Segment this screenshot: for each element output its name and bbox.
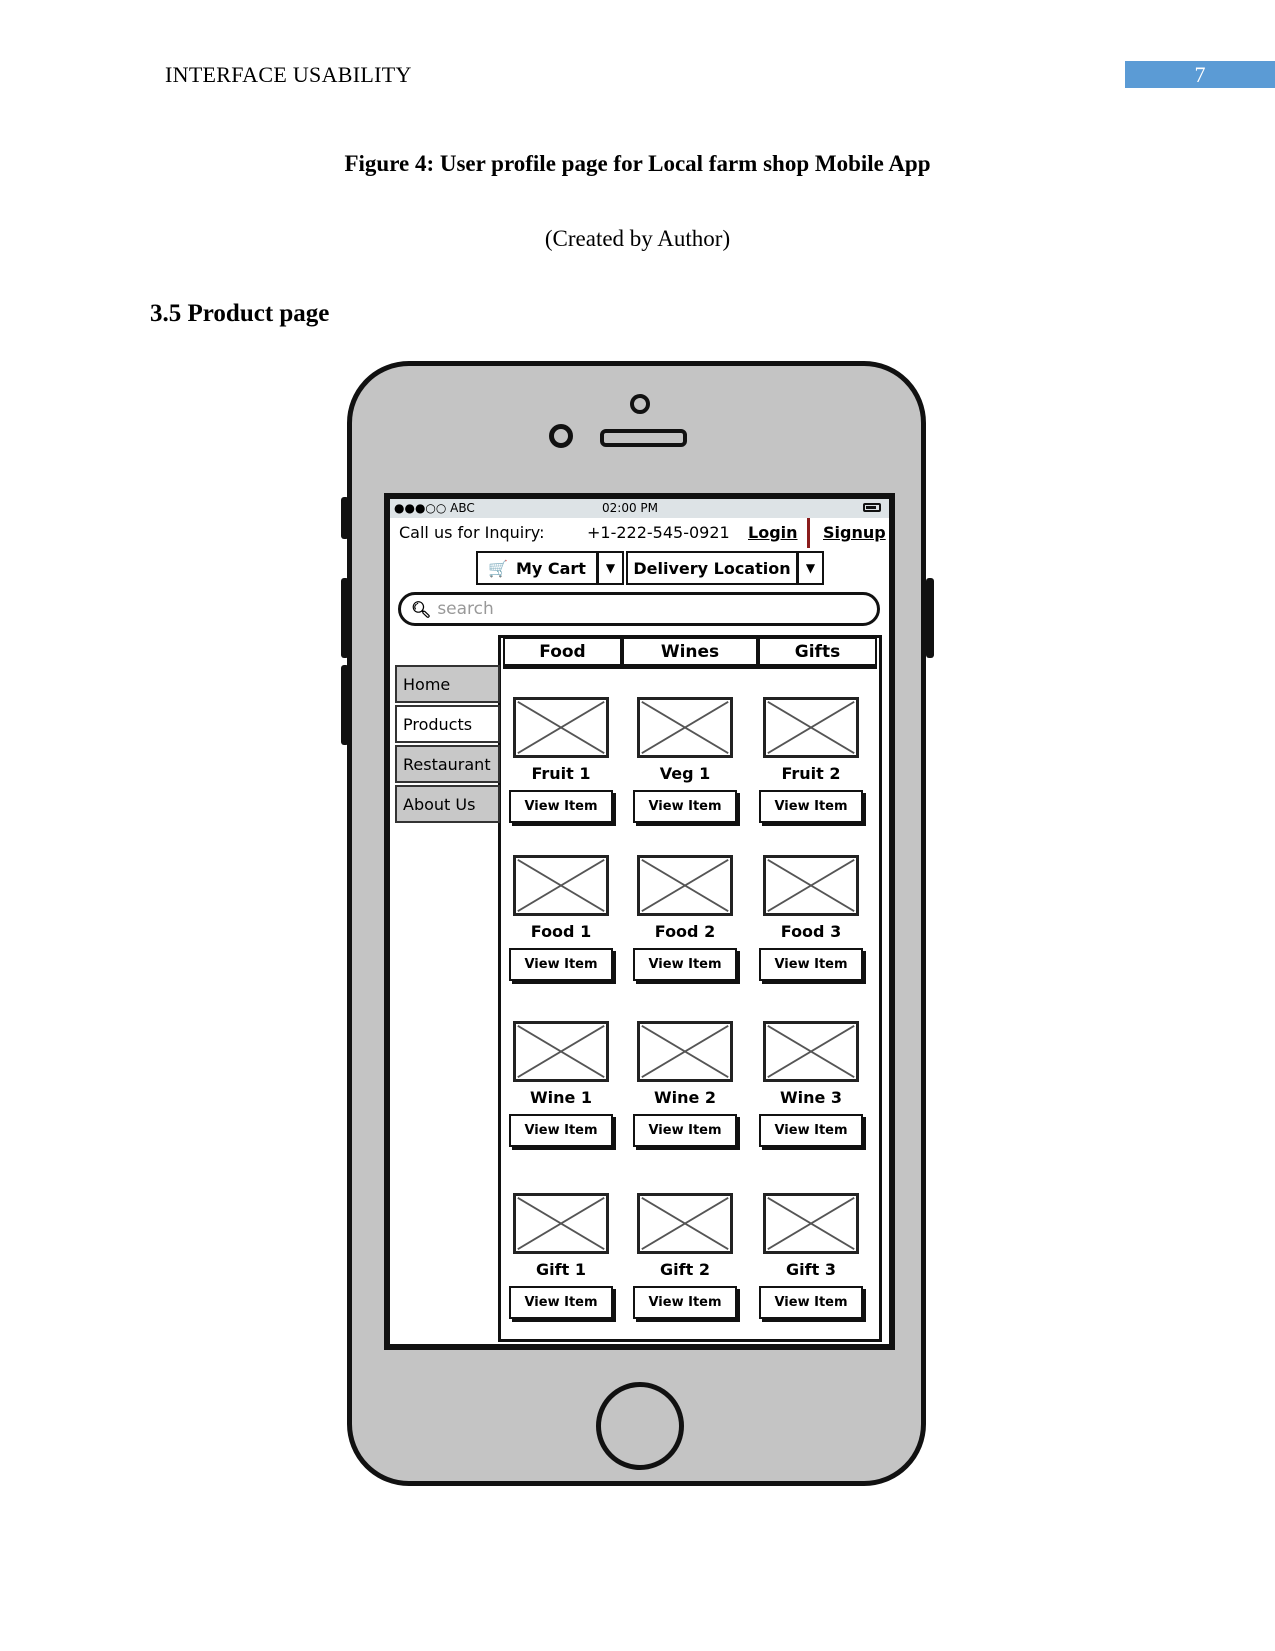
view-item-button[interactable]: View Item [759, 790, 863, 823]
figure-credit: (Created by Author) [544, 226, 731, 251]
speaker-grille [600, 429, 687, 447]
view-item-button[interactable]: View Item [633, 1286, 737, 1319]
camera-icon [630, 394, 650, 414]
my-cart-button[interactable]: 🛒 My Cart [476, 551, 598, 585]
view-item-button[interactable]: View Item [633, 1114, 737, 1147]
product-name: Wine 3 [779, 1088, 843, 1107]
view-item-button[interactable]: View Item [759, 948, 863, 981]
product-image-placeholder[interactable] [513, 855, 609, 916]
product-name: Fruit 1 [531, 764, 591, 783]
search-input[interactable]: 🔍︎ search [398, 592, 880, 626]
product-name: Fruit 2 [781, 764, 841, 783]
nav-item-home[interactable]: Home [395, 665, 500, 703]
product-name: Food 3 [780, 922, 842, 941]
cart-dropdown-button[interactable]: ▼ [597, 551, 624, 585]
inquiry-label: Call us for Inquiry: [399, 523, 545, 542]
product-image-placeholder[interactable] [513, 1193, 609, 1254]
product-name: Gift 2 [660, 1260, 710, 1279]
view-item-button[interactable]: View Item [509, 790, 613, 823]
my-cart-label: My Cart [515, 558, 586, 578]
cart-icon: 🛒 [488, 558, 508, 578]
product-name: Gift 3 [786, 1260, 836, 1279]
figure-caption: Figure 4: User profile page for Local fa… [344, 151, 931, 176]
view-item-button[interactable]: View Item [759, 1114, 863, 1147]
delivery-dropdown-button[interactable]: ▼ [797, 551, 824, 585]
sensor-icon [549, 424, 573, 448]
product-image-placeholder[interactable] [763, 855, 859, 916]
phone-power-button [926, 578, 934, 658]
home-button[interactable] [596, 1382, 684, 1470]
signup-link[interactable]: Signup [823, 523, 886, 542]
product-image-placeholder[interactable] [637, 1021, 733, 1082]
login-link[interactable]: Login [748, 523, 798, 542]
product-image-placeholder[interactable] [637, 855, 733, 916]
signal-carrier: ●●●○○ ABC [394, 501, 475, 515]
product-image-placeholder[interactable] [637, 697, 733, 758]
battery-icon [863, 503, 881, 512]
view-item-button[interactable]: View Item [759, 1286, 863, 1319]
delivery-location-button[interactable]: Delivery Location [626, 551, 798, 585]
status-bar: ●●●○○ ABC 02:00 PM [390, 499, 889, 518]
view-item-button[interactable]: View Item [633, 948, 737, 981]
nav-item-restaurant[interactable]: Restaurant [395, 745, 500, 783]
tab-gifts[interactable]: Gifts [758, 637, 877, 669]
tab-wines[interactable]: Wines [622, 637, 758, 669]
view-item-button[interactable]: View Item [509, 1286, 613, 1319]
status-time: 02:00 PM [602, 501, 658, 515]
product-name: Wine 2 [653, 1088, 717, 1107]
view-item-button[interactable]: View Item [633, 790, 737, 823]
view-item-button[interactable]: View Item [509, 1114, 613, 1147]
inquiry-phone: +1-222-545-0921 [587, 523, 730, 542]
product-name: Food 1 [530, 922, 592, 941]
product-image-placeholder[interactable] [637, 1193, 733, 1254]
divider [807, 518, 810, 548]
product-name: Wine 1 [529, 1088, 593, 1107]
chevron-down-icon: ▼ [805, 561, 816, 575]
view-item-button[interactable]: View Item [509, 948, 613, 981]
search-placeholder: search [437, 599, 494, 619]
product-image-placeholder[interactable] [513, 697, 609, 758]
page-number: 7 [1125, 61, 1275, 88]
product-image-placeholder[interactable] [763, 1193, 859, 1254]
chevron-down-icon: ▼ [605, 561, 616, 575]
nav-item-about-us[interactable]: About Us [395, 785, 500, 823]
section-heading: 3.5 Product page [150, 300, 330, 327]
product-image-placeholder[interactable] [763, 697, 859, 758]
search-icon: 🔍︎ [411, 599, 432, 619]
product-image-placeholder[interactable] [513, 1021, 609, 1082]
running-head: INTERFACE USABILITY [165, 62, 412, 87]
product-name: Veg 1 [659, 764, 711, 783]
product-image-placeholder[interactable] [763, 1021, 859, 1082]
product-name: Food 2 [654, 922, 716, 941]
product-name: Gift 1 [536, 1260, 586, 1279]
nav-item-products[interactable]: Products [395, 705, 500, 743]
tab-food[interactable]: Food [503, 637, 622, 669]
